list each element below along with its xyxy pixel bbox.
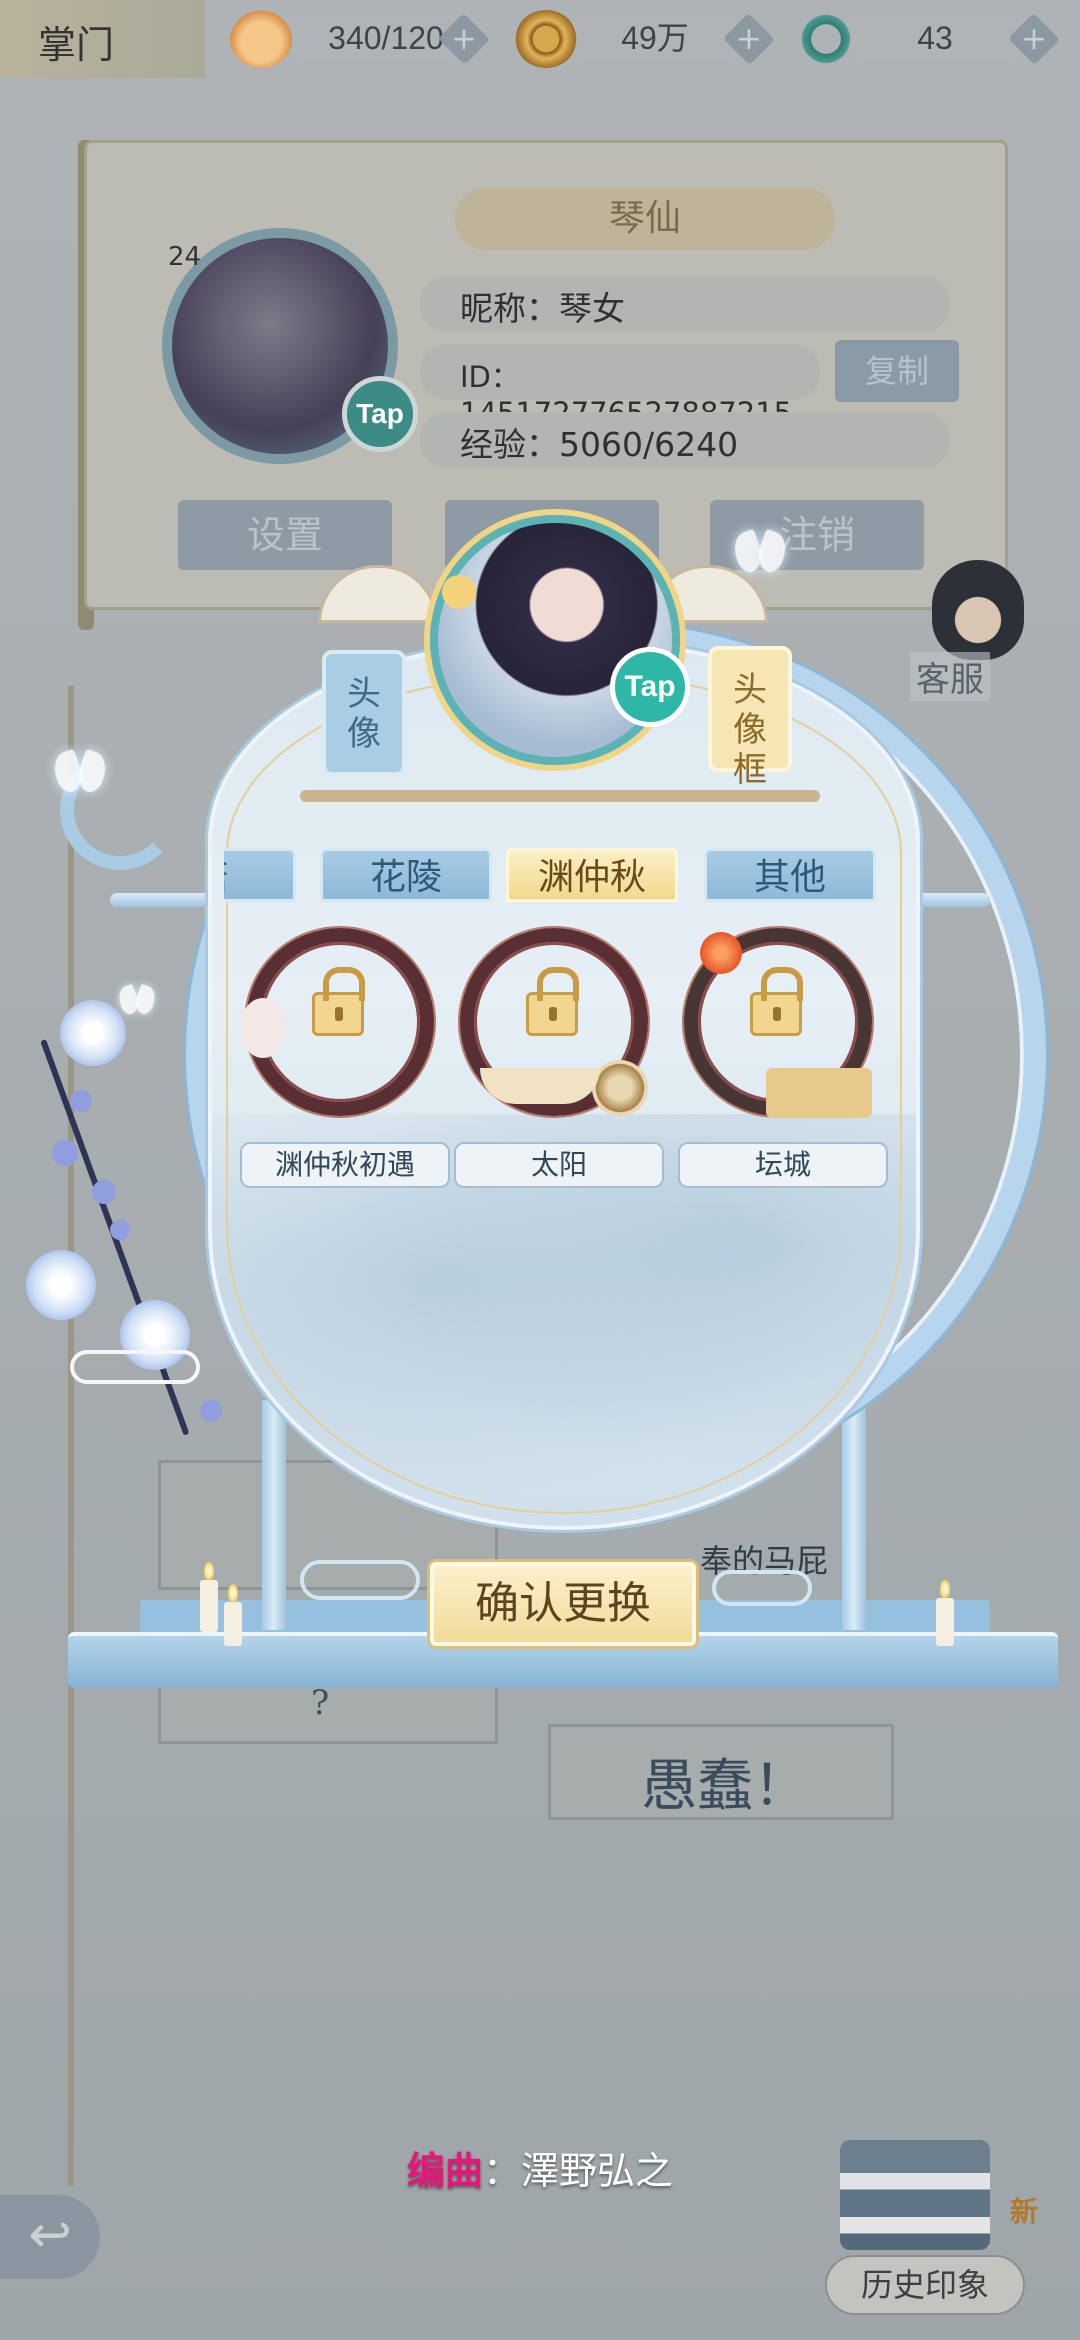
- flower-ornament-icon: [442, 575, 476, 609]
- cloud-swirl-icon: [70, 1350, 200, 1384]
- customer-service-button[interactable]: 客服: [910, 560, 1030, 701]
- exp-row: 经验：5060/6240: [420, 412, 950, 468]
- frame-item-label: 太阳: [454, 1142, 664, 1188]
- back-button[interactable]: ↩: [0, 2195, 100, 2279]
- lock-icon: [750, 967, 803, 1036]
- tab-category-1[interactable]: 塘: [224, 848, 296, 902]
- tap-badge-small: Tap: [342, 376, 418, 452]
- candle-icon: [936, 1580, 954, 1646]
- credit-name: 澤野弘之: [521, 2151, 674, 2193]
- sun-disc-icon: [592, 1060, 648, 1116]
- blade-ornament-icon: [480, 1068, 600, 1104]
- add-coins-button[interactable]: +: [723, 10, 785, 66]
- bud-icon: [92, 1180, 116, 1204]
- jade-dragon-icon: [795, 10, 857, 68]
- tab-avatar-frame[interactable]: 头像框: [708, 646, 792, 790]
- cat-face-icon: [230, 10, 292, 68]
- bg-choice-box-3: 愚蠢！: [548, 1724, 894, 1820]
- fan-icon: [318, 565, 438, 623]
- history-impression-button[interactable]: 新 历史印象: [820, 2120, 1040, 2330]
- customer-service-avatar-icon: [932, 560, 1024, 660]
- city-ornament-icon: [766, 1068, 872, 1118]
- coins-value: 49万: [565, 16, 745, 60]
- tap-badge: Tap: [610, 647, 690, 727]
- bud-icon: [52, 1140, 78, 1166]
- tab-category-3[interactable]: 渊仲秋: [506, 848, 678, 902]
- page-title: 掌门: [0, 0, 205, 78]
- id-row: ID：145172776527887215: [420, 344, 820, 430]
- blossom-icon: [60, 1000, 126, 1066]
- cloud-swirl-icon: [712, 1570, 812, 1606]
- bg-question-mark: ?: [311, 1683, 330, 1723]
- jade-value: 43: [845, 16, 1025, 60]
- butterfly-icon: [55, 752, 105, 792]
- add-stamina-button[interactable]: +: [438, 10, 500, 66]
- credit-separator: ：: [482, 2151, 521, 2193]
- tag-rod: [300, 790, 820, 802]
- top-bar: 掌门 340/120 + 49万 + 43 +: [0, 0, 1080, 78]
- butterfly-icon: [120, 986, 155, 1014]
- books-icon: [840, 2140, 990, 2250]
- lock-icon: [312, 967, 365, 1036]
- resource-jade: 43: [795, 10, 1025, 68]
- candle-icon: [224, 1584, 242, 1646]
- credit-role: 编曲: [406, 2151, 483, 2193]
- bg-big-text: 愚蠢！: [641, 1754, 809, 1819]
- tab-category-2[interactable]: 花陵: [320, 848, 492, 902]
- bud-icon: [110, 1220, 130, 1240]
- frame-category-tabs: 塘 花陵 渊仲秋 其他: [224, 848, 896, 902]
- profile-title: 琴仙: [455, 188, 835, 250]
- bud-icon: [200, 1400, 222, 1422]
- profile-level: 24: [168, 242, 202, 272]
- butterfly-icon: [735, 532, 785, 572]
- tab-category-4[interactable]: 其他: [704, 848, 876, 902]
- nickname-row: 昵称：琴女: [420, 276, 950, 332]
- tab-avatar[interactable]: 头像: [322, 650, 406, 776]
- frame-item-label: 渊仲秋初遇: [240, 1142, 450, 1188]
- new-badge: 新: [1010, 2195, 1039, 2228]
- gold-coin-icon: [515, 10, 577, 68]
- resource-coins: 49万: [515, 10, 745, 68]
- red-sun-icon: [700, 932, 742, 974]
- selected-avatar-preview: [430, 515, 680, 765]
- lock-icon: [526, 967, 579, 1036]
- copy-id-button[interactable]: 复制: [835, 340, 959, 402]
- ribbon-ornament-icon: [240, 998, 286, 1058]
- add-jade-button[interactable]: +: [1008, 10, 1070, 66]
- history-impression-label: 历史印象: [825, 2255, 1025, 2315]
- bud-icon: [70, 1090, 92, 1112]
- frame-item-label: 坛城: [678, 1142, 888, 1188]
- confirm-change-button[interactable]: 确认更换: [430, 1562, 696, 1646]
- cloud-swirl-icon: [300, 1560, 420, 1600]
- blossom-icon: [26, 1250, 96, 1320]
- settings-button[interactable]: 设置: [178, 500, 392, 570]
- candle-icon: [200, 1562, 218, 1632]
